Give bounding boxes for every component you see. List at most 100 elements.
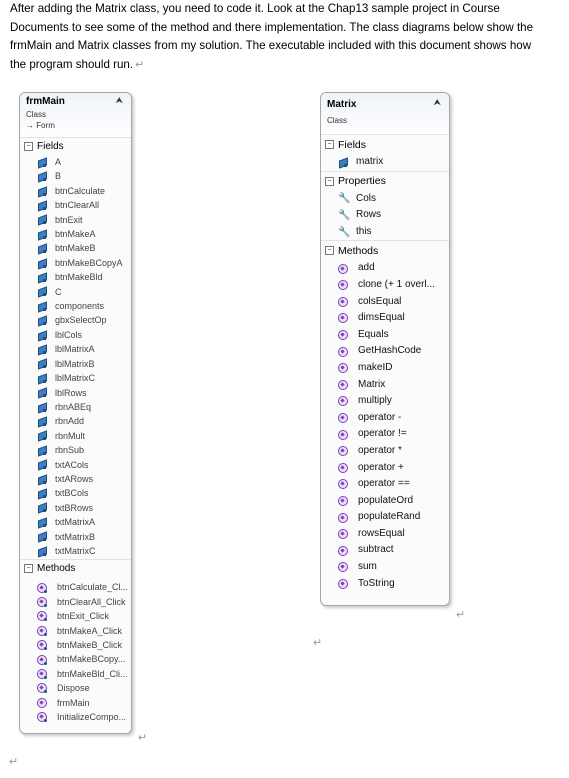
field-item[interactable]: gbxSelectOp [20,313,131,327]
field-item[interactable]: txtBRows [20,501,131,515]
field-icon [37,474,48,485]
field-icon [37,387,48,398]
method-item[interactable]: multiply [321,393,449,410]
field-icon [37,459,48,470]
method-icon [37,697,47,708]
method-item[interactable]: dimsEqual [321,310,449,327]
field-item-label: btnMakeBCopyA [55,257,123,268]
field-icon [37,315,48,326]
method-icon [338,363,348,374]
method-item[interactable]: btnMakeBld_Cli... [20,667,131,681]
field-icon [37,430,48,441]
collapse-minus-icon[interactable]: − [325,176,334,186]
matrix-class-box[interactable]: Matrix Class ⮝ − Fields matrix − Propert… [320,92,450,606]
collapse-icon[interactable]: ⮝ [115,95,123,106]
method-item[interactable]: operator == [321,476,449,493]
method-item-label: Dispose [57,683,90,694]
field-item[interactable]: btnCalculate [20,184,131,198]
field-item[interactable]: txtMatrixB [20,530,131,544]
frmmain-header: frmMain Class → Form ⮝ [20,93,131,137]
method-item[interactable]: makeID [321,360,449,377]
method-item[interactable]: sum [321,559,449,576]
method-icon [338,446,348,457]
field-item[interactable]: lblMatrixB [20,357,131,371]
property-item[interactable]: 🔧 Cols [321,191,449,208]
field-item[interactable]: txtACols [20,458,131,472]
property-item[interactable]: 🔧 Rows [321,207,449,224]
field-item[interactable]: components [20,299,131,313]
method-item[interactable]: btnCalculate_Cl... [20,580,131,594]
field-item[interactable]: btnMakeBCopyA [20,256,131,270]
method-item[interactable]: btnMakeB_Click [20,638,131,652]
method-item[interactable]: btnMakeBCopy... [20,652,131,666]
field-item[interactable]: rbnABEq [20,400,131,414]
method-icon [338,578,348,589]
field-item[interactable]: txtBCols [20,486,131,500]
method-item[interactable]: ToString [321,576,449,593]
method-item[interactable]: operator != [321,426,449,443]
field-item[interactable]: rbnMult [20,429,131,443]
method-item[interactable]: populateOrd [321,493,449,510]
field-item[interactable]: txtMatrixC [20,544,131,558]
field-item[interactable]: btnClearAll [20,198,131,212]
method-item-label: operator * [358,444,402,456]
matrix-properties-header[interactable]: − Properties [321,170,449,191]
method-item-label: populateOrd [358,494,414,506]
field-item[interactable]: A [20,155,131,169]
field-item[interactable]: B [20,169,131,183]
collapse-minus-icon[interactable]: − [24,142,33,151]
field-icon [37,171,48,182]
method-item[interactable]: clone (+ 1 overl... [321,277,449,294]
field-item[interactable]: matrix [321,154,449,171]
field-item[interactable]: btnExit [20,213,131,227]
field-item[interactable]: C [20,285,131,299]
field-item[interactable]: btnMakeBld [20,270,131,284]
matrix-fields-header[interactable]: − Fields [321,134,449,154]
method-item[interactable]: colsEqual [321,294,449,311]
frmmain-class-box[interactable]: frmMain Class → Form ⮝ − Fields A BbtnCal… [19,92,132,734]
method-item[interactable]: add [321,260,449,277]
method-item[interactable]: rowsEqual [321,526,449,543]
field-item[interactable]: btnMakeA [20,227,131,241]
method-item[interactable]: operator * [321,443,449,460]
frmmain-fields-header[interactable]: − Fields [20,137,131,155]
method-icon [37,712,47,723]
property-item[interactable]: 🔧 this [321,224,449,241]
method-item[interactable]: Equals [321,327,449,344]
intro-paragraph: After adding the Matrix class, you need … [10,0,562,75]
method-item-label: makeID [358,361,393,373]
method-item[interactable]: operator + [321,460,449,477]
collapse-minus-icon[interactable]: − [325,246,334,256]
field-item[interactable]: txtMatrixA [20,515,131,529]
field-item[interactable]: lblMatrixA [20,342,131,356]
method-item[interactable]: Dispose [20,681,131,695]
property-item-label: Cols [356,192,377,204]
method-item[interactable]: GetHashCode [321,343,449,360]
field-item[interactable]: rbnAdd [20,414,131,428]
method-item[interactable]: btnClearAll_Click [20,595,131,609]
method-item[interactable]: btnMakeA_Click [20,624,131,638]
field-item[interactable]: lblMatrixC [20,371,131,385]
field-item[interactable]: btnMakeB [20,241,131,255]
intro-line: Documents to see some of the method and … [10,20,534,34]
field-item[interactable]: lblCols [20,328,131,342]
method-item[interactable]: subtract [321,542,449,559]
collapse-minus-icon[interactable]: − [325,140,334,149]
method-item[interactable]: operator - [321,410,449,427]
field-item[interactable]: lblRows [20,386,131,400]
method-item-label: rowsEqual [358,527,405,539]
field-item[interactable]: txtARows [20,472,131,486]
method-icon [37,640,47,651]
method-item[interactable]: Matrix [321,377,449,394]
method-item[interactable]: InitializeCompo... [20,710,131,724]
field-item-label: txtMatrixB [55,531,96,542]
method-item[interactable]: btnExit_Click [20,609,131,623]
field-item[interactable]: rbnSub [20,443,131,457]
collapse-minus-icon[interactable]: − [24,564,33,574]
matrix-methods-header[interactable]: − Methods [321,240,449,260]
collapse-icon[interactable]: ⮝ [433,97,441,108]
method-item[interactable]: frmMain [20,696,131,710]
frmmain-methods-header[interactable]: − Methods [20,559,131,577]
method-item[interactable]: populateRand [321,509,449,526]
field-item-label: rbnMult [55,430,86,441]
